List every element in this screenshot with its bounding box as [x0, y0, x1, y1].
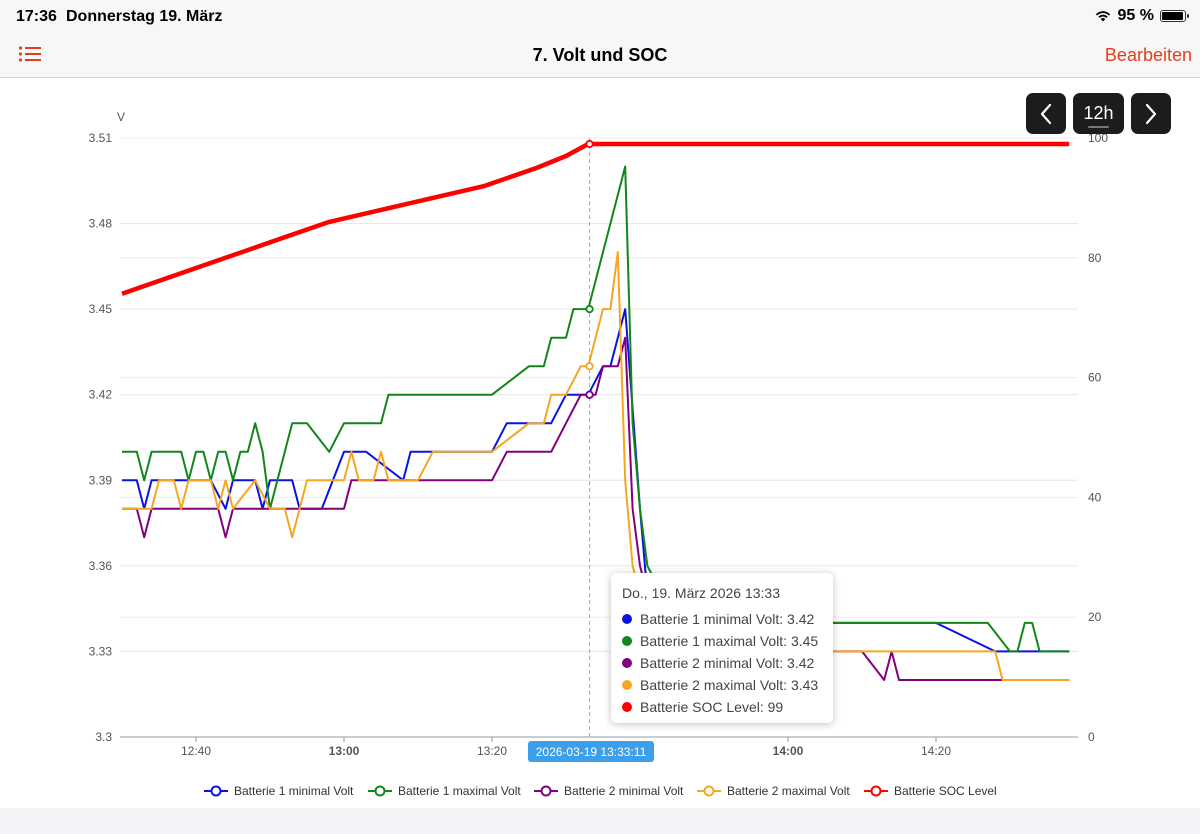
y-axis-unit: V [117, 110, 125, 124]
series-color-dot [622, 658, 632, 668]
tooltip-value: Batterie SOC Level: 99 [640, 699, 784, 715]
hover-marker [585, 139, 594, 149]
tooltip-title: Do., 19. März 2026 13:33 [622, 585, 780, 601]
legend-label: Batterie SOC Level [894, 784, 997, 798]
legend-label: Batterie 2 minimal Volt [564, 784, 684, 798]
crosshair-time-label: 2026-03-19 13:33:11 [528, 741, 654, 762]
y-tick-label: 3.36 [89, 559, 113, 573]
y2-tick-label: 40 [1088, 490, 1102, 504]
y-tick-label: 3.33 [89, 644, 113, 658]
y-tick-label: 3.51 [89, 131, 113, 145]
legend-marker-icon [368, 785, 392, 797]
legend-marker-icon [697, 785, 721, 797]
series-color-dot [622, 680, 632, 690]
legend-label: Batterie 1 maximal Volt [398, 784, 521, 798]
legend-item[interactable]: Batterie 1 maximal Volt [368, 784, 521, 798]
y-tick-label: 3.48 [89, 217, 113, 231]
range-underline [1088, 126, 1109, 128]
tooltip-value: Batterie 1 minimal Volt: 3.42 [640, 611, 815, 627]
tooltip-row: Batterie SOC Level: 99 [622, 696, 833, 718]
legend-marker-icon [864, 785, 888, 797]
tooltip-row: Batterie 2 maximal Volt: 3.43 [622, 674, 833, 696]
y2-tick-label: 60 [1088, 371, 1102, 385]
tooltip-value: Batterie 1 maximal Volt: 3.45 [640, 633, 819, 649]
series-line-batterie-1-max [122, 165, 1070, 653]
y2-tick-label: 80 [1088, 251, 1102, 265]
chart-tooltip: Do., 19. März 2026 13:33 Batterie 1 mini… [611, 573, 833, 723]
series-color-dot [622, 614, 632, 624]
y2-tick-label: 20 [1088, 610, 1102, 624]
hover-marker [585, 390, 594, 399]
chevron-right-icon [1145, 103, 1157, 124]
y-tick-label: 3.42 [89, 388, 113, 402]
tooltip-value: Batterie 2 minimal Volt: 3.42 [640, 655, 815, 671]
previous-period-button[interactable] [1026, 93, 1066, 134]
legend-item[interactable]: Batterie 2 minimal Volt [534, 784, 683, 798]
legend-marker-icon [204, 785, 228, 797]
hover-marker [585, 305, 594, 314]
tooltip-row: Batterie 2 minimal Volt: 3.42 [622, 652, 833, 674]
series-line-soc-level [121, 141, 1070, 296]
series-color-dot [622, 702, 632, 712]
line-chart: 3.3 3.33 3.36 3.39 3.42 3.45 3.48 3.51 0 20 40 60 80… [89, 110, 1109, 758]
series-line-batterie-2-min [122, 336, 1070, 681]
tooltip-value: Batterie 2 maximal Volt: 3.43 [640, 677, 819, 693]
x-tick-label: 13:00 [329, 744, 360, 758]
next-period-button[interactable] [1131, 93, 1171, 134]
x-tick-label: 14:00 [773, 744, 804, 758]
x-tick-label: 14:20 [921, 744, 951, 758]
legend-item[interactable]: Batterie SOC Level [864, 784, 997, 798]
tooltip-row: Batterie 1 maximal Volt: 3.45 [622, 630, 833, 652]
y2-tick-label: 0 [1088, 730, 1095, 744]
legend-label: Batterie 1 minimal Volt [234, 784, 354, 798]
y-tick-label: 3.45 [89, 302, 113, 316]
chevron-left-icon [1040, 103, 1052, 124]
y-tick-label: 3.3 [95, 730, 112, 744]
legend-label: Batterie 2 maximal Volt [727, 784, 850, 798]
legend-marker-icon [534, 785, 558, 797]
x-tick-label: 13:20 [477, 744, 507, 758]
legend-item[interactable]: Batterie 1 minimal Volt [204, 784, 353, 798]
series-color-dot [622, 636, 632, 646]
hover-marker [585, 362, 594, 371]
tooltip-row: Batterie 1 minimal Volt: 3.42 [622, 608, 833, 630]
chart-legend: Batterie 1 minimal Volt Batterie 1 maxim… [0, 784, 1200, 802]
x-tick-label: 12:40 [181, 744, 211, 758]
y-tick-label: 3.39 [89, 473, 113, 487]
legend-item[interactable]: Batterie 2 maximal Volt [697, 784, 850, 798]
